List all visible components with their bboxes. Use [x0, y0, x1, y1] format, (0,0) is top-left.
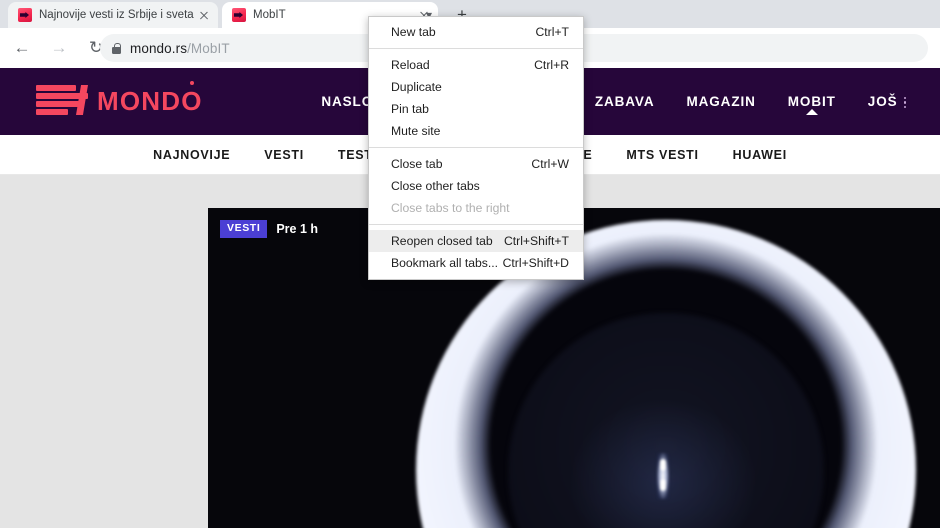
- nav-item-zabava[interactable]: ZABAVA: [579, 94, 671, 109]
- url-text: mondo.rs/MobIT: [130, 41, 230, 56]
- menu-item-shortcut: Ctrl+Shift+D: [503, 256, 569, 270]
- menu-item-label: Reopen closed tab: [391, 234, 504, 248]
- menu-item-label: Mute site: [391, 124, 569, 138]
- menu-separator: [369, 224, 583, 225]
- logo-text-main: MOND: [97, 86, 181, 116]
- tab-title: Najnovije vesti iz Srbije i sveta | M: [39, 9, 194, 21]
- menu-item-label: Pin tab: [391, 102, 569, 116]
- menu-item-new-tab[interactable]: New tab Ctrl+T: [369, 21, 583, 43]
- menu-item-shortcut: Ctrl+W: [531, 157, 569, 171]
- menu-item-label: Reload: [391, 58, 534, 72]
- menu-item-reload[interactable]: Reload Ctrl+R: [369, 54, 583, 76]
- tab-context-menu[interactable]: New tab Ctrl+T Reload Ctrl+R Duplicate P…: [368, 16, 584, 280]
- mondo-bars-logo-icon: [36, 83, 88, 119]
- nav-item-jos[interactable]: JOŠ: [852, 94, 922, 109]
- kebab-menu-icon[interactable]: [904, 97, 907, 109]
- category-badge[interactable]: VESTI: [220, 220, 267, 238]
- menu-item-close-tab[interactable]: Close tab Ctrl+W: [369, 153, 583, 175]
- tab-favicon: [18, 8, 32, 22]
- menu-item-close-tabs-to-the-right: Close tabs to the right: [369, 197, 583, 219]
- menu-item-label: Duplicate: [391, 80, 569, 94]
- lock-icon: [112, 43, 121, 54]
- menu-item-label: Close tabs to the right: [391, 201, 569, 215]
- menu-item-label: Close other tabs: [391, 179, 569, 193]
- subnav-item-mts-vesti[interactable]: MTS VESTI: [609, 148, 715, 162]
- browser-window: Najnovije vesti iz Srbije i sveta | M Mo…: [0, 0, 940, 528]
- menu-item-shortcut: Ctrl+R: [534, 58, 569, 72]
- menu-item-bookmark-all-tabs[interactable]: Bookmark all tabs... Ctrl+Shift+D: [369, 252, 583, 274]
- nav-item-magazin[interactable]: MAGAZIN: [670, 94, 771, 109]
- menu-item-shortcut: Ctrl+T: [535, 25, 569, 39]
- menu-item-mute-site[interactable]: Mute site: [369, 120, 583, 142]
- nav-item-jos-label: JOŠ: [868, 94, 898, 109]
- menu-item-label: New tab: [391, 25, 535, 39]
- nav-item-mobit[interactable]: MOBIT: [772, 94, 852, 109]
- forward-button[interactable]: →: [44, 33, 74, 63]
- browser-tab-1[interactable]: Najnovije vesti iz Srbije i sveta | M: [8, 2, 218, 28]
- subnav-item-najnovije[interactable]: NAJNOVIJE: [136, 148, 247, 162]
- menu-item-close-other-tabs[interactable]: Close other tabs: [369, 175, 583, 197]
- url-domain: mondo.rs: [130, 41, 187, 56]
- logo-text: MONDO: [97, 86, 203, 117]
- site-logo[interactable]: MONDO: [36, 83, 203, 119]
- subnav-item-huawei[interactable]: HUAWEI: [716, 148, 804, 162]
- tab-favicon: [232, 8, 246, 22]
- back-button[interactable]: ←: [7, 33, 37, 63]
- menu-item-duplicate[interactable]: Duplicate: [369, 76, 583, 98]
- menu-separator: [369, 147, 583, 148]
- url-path: /MobIT: [187, 41, 230, 56]
- menu-item-reopen-closed-tab[interactable]: Reopen closed tab Ctrl+Shift+T: [369, 230, 583, 252]
- menu-item-pin-tab[interactable]: Pin tab: [369, 98, 583, 120]
- logo-text-o: O: [181, 86, 202, 116]
- menu-item-label: Bookmark all tabs...: [391, 256, 503, 270]
- menu-separator: [369, 48, 583, 49]
- article-timestamp: Pre 1 h: [276, 222, 318, 236]
- menu-item-shortcut: Ctrl+Shift+T: [504, 234, 569, 248]
- article-meta: VESTI Pre 1 h: [220, 220, 318, 238]
- subnav-item-vesti[interactable]: VESTI: [247, 148, 321, 162]
- menu-item-label: Close tab: [391, 157, 531, 171]
- tab-close-icon[interactable]: [196, 7, 212, 23]
